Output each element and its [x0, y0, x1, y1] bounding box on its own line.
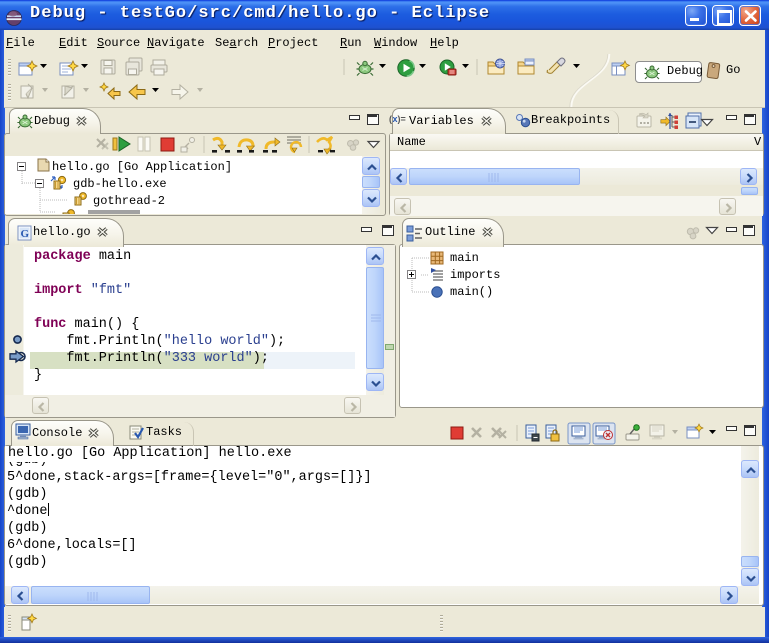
svg-text:)=: )= — [398, 114, 406, 124]
